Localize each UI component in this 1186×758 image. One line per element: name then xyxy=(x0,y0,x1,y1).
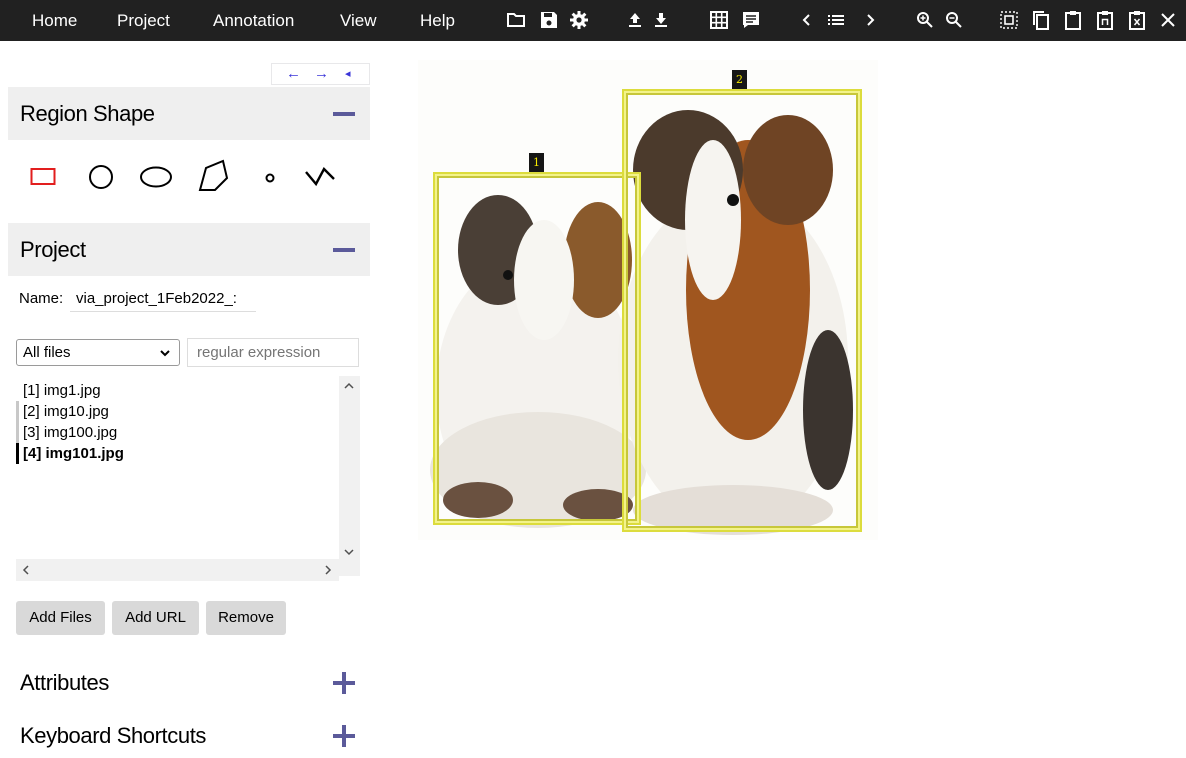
left-sidebar: ← → ◂ Region Shape Project Name: via_pro… xyxy=(0,41,370,758)
paste-x-icon[interactable] xyxy=(1127,10,1147,30)
region-2-bounding-box[interactable] xyxy=(622,89,862,532)
copy-icon[interactable] xyxy=(1031,10,1051,30)
add-files-button[interactable]: Add Files xyxy=(16,601,105,635)
file-list-item[interactable]: [3] img100.jpg xyxy=(16,422,117,443)
file-filter-value: All files xyxy=(23,344,71,361)
file-list-item[interactable]: [2] img10.jpg xyxy=(16,401,109,422)
grid-icon[interactable] xyxy=(709,10,729,30)
remove-button[interactable]: Remove xyxy=(206,601,286,635)
list-icon[interactable] xyxy=(826,10,846,30)
circle-icon[interactable] xyxy=(88,164,114,195)
zoom-in-icon[interactable] xyxy=(915,10,935,30)
close-icon[interactable] xyxy=(1158,10,1178,30)
top-menu-bar: Home Project Annotation View Help xyxy=(0,0,1186,41)
polyline-icon[interactable] xyxy=(304,164,336,193)
rectangle-icon[interactable] xyxy=(30,167,56,192)
expand-plus-icon[interactable] xyxy=(332,671,356,695)
move-right-arrow[interactable]: → xyxy=(314,64,329,86)
file-list-item-selected[interactable]: [4] img101.jpg xyxy=(16,443,124,464)
paste-icon[interactable] xyxy=(1063,10,1083,30)
upload-icon[interactable] xyxy=(625,10,645,30)
point-icon[interactable] xyxy=(264,171,276,189)
project-name-label: Name: xyxy=(19,290,64,307)
download-icon[interactable] xyxy=(651,10,671,30)
chevron-right-icon[interactable] xyxy=(860,10,880,30)
collapse-minus-icon[interactable] xyxy=(332,102,356,126)
scroll-left-icon[interactable] xyxy=(18,562,34,578)
expand-plus-icon[interactable] xyxy=(332,724,356,748)
region-1-bounding-box[interactable] xyxy=(433,172,641,525)
add-url-button[interactable]: Add URL xyxy=(112,601,199,635)
region-2-label: 2 xyxy=(732,70,747,89)
menu-view[interactable]: View xyxy=(340,0,377,41)
menu-help[interactable]: Help xyxy=(420,0,455,41)
menu-annotation[interactable]: Annotation xyxy=(213,0,294,41)
chevron-left-icon[interactable] xyxy=(797,10,817,30)
collapse-panel-arrow[interactable]: ◂ xyxy=(345,64,351,86)
panel-nav: ← → ◂ xyxy=(271,63,370,85)
region-shape-header[interactable]: Region Shape xyxy=(8,87,370,140)
zoom-out-icon[interactable] xyxy=(944,10,964,30)
regex-filter-input[interactable] xyxy=(187,338,359,367)
move-left-arrow[interactable]: ← xyxy=(286,64,301,86)
file-list-item[interactable]: [1] img1.jpg xyxy=(16,380,101,401)
region-shape-title: Region Shape xyxy=(20,101,155,126)
gear-icon[interactable] xyxy=(569,10,589,30)
file-filter-select[interactable]: All files xyxy=(16,339,180,366)
chevron-down-icon xyxy=(159,343,171,363)
file-list: [1] img1.jpg [2] img10.jpg [3] img100.jp… xyxy=(16,376,360,582)
comment-icon[interactable] xyxy=(741,10,761,30)
project-name-input[interactable] xyxy=(70,286,256,312)
collapse-minus-icon[interactable] xyxy=(332,238,356,262)
keyboard-shortcuts-header[interactable]: Keyboard Shortcuts xyxy=(8,718,370,754)
keyboard-shortcuts-title: Keyboard Shortcuts xyxy=(20,723,207,748)
attributes-header[interactable]: Attributes xyxy=(8,665,370,701)
menu-home[interactable]: Home xyxy=(32,0,77,41)
image-canvas[interactable]: 1 2 xyxy=(388,60,888,550)
ellipse-icon[interactable] xyxy=(139,166,173,193)
select-all-icon[interactable] xyxy=(999,10,1019,30)
horizontal-scrollbar[interactable] xyxy=(16,559,339,581)
scroll-right-icon[interactable] xyxy=(320,562,336,578)
scroll-down-icon[interactable] xyxy=(341,544,357,560)
scroll-up-icon[interactable] xyxy=(341,378,357,394)
region-1-label: 1 xyxy=(529,153,544,172)
project-title: Project xyxy=(20,237,86,262)
vertical-scrollbar[interactable] xyxy=(339,376,360,576)
folder-icon[interactable] xyxy=(506,10,526,30)
region-shape-toolbar xyxy=(8,140,370,223)
save-icon[interactable] xyxy=(539,10,559,30)
paste-n-icon[interactable] xyxy=(1095,10,1115,30)
menu-project[interactable]: Project xyxy=(117,0,170,41)
attributes-title: Attributes xyxy=(20,670,109,695)
project-header[interactable]: Project xyxy=(8,223,370,276)
polygon-icon[interactable] xyxy=(195,158,231,199)
